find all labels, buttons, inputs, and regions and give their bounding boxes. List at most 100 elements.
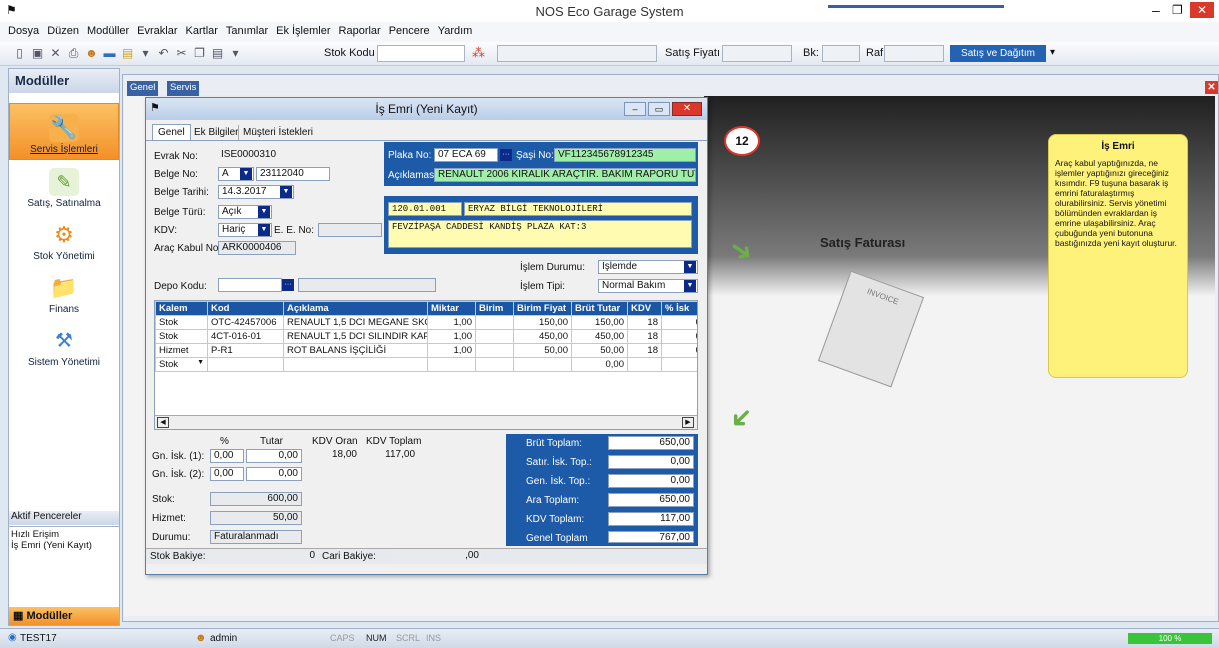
dialog-close-icon[interactable]: ✕ (672, 102, 702, 116)
belge-no-input[interactable]: 23112040 (256, 167, 330, 181)
aciklama-input[interactable]: RENAULT 2006 KİRALIK ARAÇTIR. BAKIM RAPO… (434, 168, 696, 182)
cell[interactable]: 18 (627, 329, 662, 344)
col-brut-tutar[interactable]: Brüt Tutar (571, 301, 628, 316)
undo-icon[interactable]: ↶ (156, 46, 171, 61)
col-kod[interactable]: Kod (207, 301, 284, 316)
cell[interactable] (475, 357, 514, 372)
paste-icon[interactable]: ▤ (210, 46, 225, 61)
tab-musteri-istekleri[interactable]: Müşteri İstekleri (238, 125, 317, 140)
menu-ek-islemler[interactable]: Ek İşlemler (276, 25, 330, 37)
col-isk[interactable]: % İsk (661, 301, 697, 316)
cell[interactable] (475, 315, 514, 330)
cut-icon[interactable]: ✂ (174, 46, 189, 61)
islem-tipi-select[interactable]: Normal Bakım (598, 279, 698, 293)
table-row[interactable]: Hizmet P-R1 ROT BALANS İŞÇİLİĞİ 1,00 50,00 50… (155, 343, 697, 358)
cari-kod-field[interactable]: 120.01.001 (388, 202, 462, 216)
cell[interactable]: 4CT-016-01 (207, 329, 284, 344)
cell[interactable]: RENAULT 1,5 DCI MEGANE SKC ( (283, 315, 428, 330)
close-icon[interactable]: ✕ (1190, 2, 1214, 18)
depo-kodu-input[interactable] (218, 278, 282, 292)
cell[interactable]: P-R1 (207, 343, 284, 358)
dialog-minimize-icon[interactable]: – (624, 102, 646, 116)
menu-raporlar[interactable]: Raporlar (339, 25, 381, 37)
chevron-down-icon[interactable]: ▼ (684, 261, 696, 273)
cell[interactable] (207, 357, 284, 372)
list-item[interactable]: İş Emri (Yeni Kayıt) (11, 540, 117, 551)
minimize-icon[interactable]: – (1152, 2, 1160, 18)
satis-dagitim-button[interactable]: Satış ve Dağıtım (950, 45, 1046, 62)
chevron-down-icon[interactable]: ▼ (258, 206, 270, 218)
list-item[interactable]: Hızlı Erişim (11, 529, 117, 540)
cell[interactable]: 150,00 (571, 315, 628, 330)
cell[interactable]: 0,0( (661, 329, 697, 344)
cell[interactable]: 450,00 (571, 329, 628, 344)
cell[interactable] (283, 357, 428, 372)
menu-yardim[interactable]: Yardım (438, 25, 473, 37)
cell[interactable]: Stok (155, 315, 208, 330)
chevron-down-icon[interactable]: ▾ (228, 46, 243, 61)
chevron-down-icon[interactable]: ▼ (258, 224, 270, 236)
sasi-input[interactable]: VF112345678912345 (554, 148, 696, 162)
lookup-icon[interactable]: ⁂ (472, 45, 485, 61)
chevron-down-icon[interactable]: ▾ (138, 46, 153, 61)
table-row[interactable]: Stok OTC-42457006 RENAULT 1,5 DCI MEGANE S… (155, 315, 697, 330)
cell[interactable]: 1,00 (427, 329, 476, 344)
gn-isk-2-tutar[interactable]: 0,00 (246, 467, 302, 481)
delete-icon[interactable]: ✕ (48, 46, 63, 61)
menu-tanimlar[interactable]: Tanımlar (226, 25, 268, 37)
menu-moduller[interactable]: Modüller (87, 25, 129, 37)
cell[interactable]: 1,00 (427, 343, 476, 358)
menu-kartlar[interactable]: Kartlar (186, 25, 218, 37)
gn-isk-1-tutar[interactable]: 0,00 (246, 449, 302, 463)
print-icon[interactable]: ⎙ (66, 46, 81, 61)
cell[interactable]: Stok ▼ (155, 357, 208, 372)
sidebar-item-finans[interactable]: 📁 Finans (9, 266, 119, 319)
chevron-down-icon[interactable]: ▼ (197, 359, 204, 366)
sidebar-item-satis[interactable]: ✎ Satış, Satınalma (9, 160, 119, 213)
col-kalem[interactable]: Kalem (155, 301, 208, 316)
table-row[interactable]: Stok ▼ 0,00 (155, 357, 697, 372)
copy-icon[interactable]: ❐ (192, 46, 207, 61)
cell[interactable]: 0,0( (661, 343, 697, 358)
cell[interactable]: 0,00 (571, 357, 628, 372)
col-birim[interactable]: Birim (475, 301, 514, 316)
scroll-left-icon[interactable]: ◀ (157, 417, 169, 428)
cell[interactable]: RENAULT 1,5 DCI SILINDIR KAP. (283, 329, 428, 344)
scroll-right-icon[interactable]: ▶ (682, 417, 694, 428)
col-birim-fiyat[interactable]: Birim Fiyat (513, 301, 572, 316)
sidebar-item-servis[interactable]: 🔧 Servis İşlemleri (9, 103, 119, 160)
cell[interactable]: 0,0( (661, 315, 697, 330)
menu-pencere[interactable]: Pencere (389, 25, 430, 37)
islem-durumu-select[interactable]: İşlemde (598, 260, 698, 274)
cell[interactable] (661, 357, 697, 372)
users-icon[interactable]: ☻ (84, 46, 99, 61)
cell[interactable]: ROT BALANS İŞÇİLİĞİ (283, 343, 428, 358)
calculator-icon[interactable]: ▤ (120, 46, 135, 61)
cell[interactable] (475, 343, 514, 358)
mdi-close-icon[interactable]: ✕ (1205, 81, 1218, 94)
cell[interactable] (627, 357, 662, 372)
modules-footer-button[interactable]: ▦ Modüller (9, 607, 119, 625)
new-icon[interactable]: ▯ (12, 46, 27, 61)
tab-genel[interactable]: Genel (152, 124, 191, 140)
menu-evraklar[interactable]: Evraklar (137, 25, 177, 37)
tab-ek-bilgiler[interactable]: Ek Bilgiler (190, 125, 242, 140)
gn-isk-2-pct[interactable]: 0,00 (210, 467, 244, 481)
cell[interactable]: 18 (627, 343, 662, 358)
cell[interactable] (475, 329, 514, 344)
chevron-down-icon[interactable]: ▼ (240, 168, 252, 180)
col-aciklama[interactable]: Açıklama (283, 301, 428, 316)
cell[interactable]: Hizmet (155, 343, 208, 358)
save-icon[interactable]: ▣ (30, 46, 45, 61)
chevron-down-icon[interactable]: ▾ (1050, 47, 1055, 58)
restore-icon[interactable]: ❐ (1172, 3, 1183, 17)
lookup-dots-icon[interactable]: ··· (500, 149, 512, 161)
table-row[interactable]: Stok 4CT-016-01 RENAULT 1,5 DCI SILINDIR K… (155, 329, 697, 344)
cell[interactable]: 50,00 (571, 343, 628, 358)
horizontal-scrollbar[interactable]: ◀ ▶ (155, 415, 697, 429)
card-icon[interactable]: ▬ (102, 46, 117, 61)
chevron-down-icon[interactable]: ▼ (280, 186, 292, 198)
cell[interactable]: OTC-42457006 (207, 315, 284, 330)
tab-servis[interactable]: Servis (167, 81, 200, 96)
tab-genel[interactable]: Genel (127, 81, 159, 96)
